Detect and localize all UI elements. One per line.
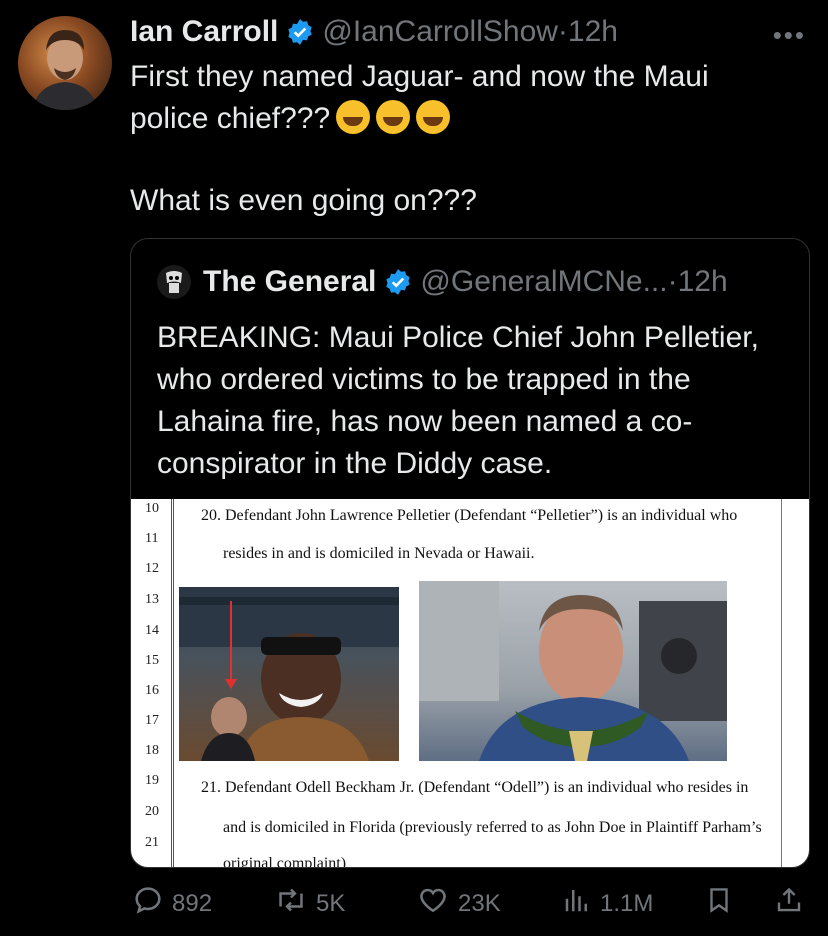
views-button[interactable]: 1.1M <box>562 884 653 923</box>
tweet-line-2: police chief??? <box>130 98 790 140</box>
quoted-author-handle[interactable]: @GeneralMCNe... <box>420 265 667 299</box>
timestamp[interactable]: 12h <box>568 15 618 49</box>
line-number: 13 <box>145 592 159 607</box>
document-margin-line <box>781 499 782 867</box>
document-paragraph-20-line-2: resides in and is domiciled in Nevada or… <box>223 545 535 562</box>
quoted-tweet-text: BREAKING: Maui Police Chief John Pelleti… <box>157 321 759 480</box>
share-icon <box>774 884 812 923</box>
like-count: 23K <box>458 889 501 917</box>
bookmark-icon <box>704 884 742 923</box>
line-number: 12 <box>145 561 159 576</box>
reply-icon <box>132 884 172 923</box>
line-number: 17 <box>145 713 159 728</box>
line-number: 11 <box>145 531 159 546</box>
line-number: 16 <box>145 683 159 698</box>
document-paragraph-21-line-3: original complaint) <box>223 855 347 868</box>
bookmark-button[interactable] <box>704 884 742 923</box>
views-chart-icon <box>562 884 600 923</box>
tweet-line-3: What is even going on??? <box>130 184 477 217</box>
reply-button[interactable]: 892 <box>132 884 212 923</box>
quoted-tweet-header: The General @GeneralMCNe... · 12h <box>157 265 728 299</box>
document-paragraph-20-line-1: 20. Defendant John Lawrence Pelletier (D… <box>201 507 738 524</box>
tweet-actions-bar: 892 5K 23K 1.1M <box>0 884 828 924</box>
line-number: 20 <box>145 804 159 819</box>
more-options-icon[interactable]: ••• <box>773 20 806 51</box>
tweet-text: First they named Jaguar- and now the Mau… <box>130 56 790 222</box>
share-button[interactable] <box>774 884 812 923</box>
court-document-image[interactable]: 10 11 12 13 14 15 16 17 18 19 20 21 20. … <box>131 499 809 867</box>
author-avatar[interactable] <box>18 16 112 110</box>
verified-badge-icon <box>384 268 412 296</box>
repost-icon <box>274 884 316 923</box>
quoted-tweet[interactable]: The General @GeneralMCNe... · 12h BREAKI… <box>130 238 810 868</box>
tweet-header: Ian Carroll @IanCarrollShow · 12h <box>130 12 618 52</box>
repost-button[interactable]: 5K <box>274 884 345 923</box>
author-handle[interactable]: @IanCarrollShow <box>322 15 558 49</box>
line-number: 21 <box>145 835 159 850</box>
repost-count: 5K <box>316 889 346 917</box>
document-paragraph-21-line-2: and is domiciled in Florida (previously … <box>223 819 762 836</box>
laughing-emoji-icon <box>376 100 411 134</box>
reply-count: 892 <box>172 889 213 917</box>
laughing-emoji-icon <box>336 100 371 134</box>
views-count: 1.1M <box>600 889 654 917</box>
tweet-line-1: First they named Jaguar- and now the Mau… <box>130 60 709 93</box>
document-margin-line <box>173 499 174 867</box>
line-number: 15 <box>145 653 159 668</box>
laughing-emoji-icon <box>416 100 451 134</box>
diddy-photo <box>179 587 399 761</box>
line-number: 18 <box>145 743 159 758</box>
author-name[interactable]: Ian Carroll <box>130 15 278 49</box>
pelletier-photo <box>419 581 727 761</box>
separator-dot: · <box>667 265 678 298</box>
line-number: 14 <box>145 623 159 638</box>
verified-badge-icon <box>286 18 314 46</box>
document-paragraph-21-line-1: 21. Defendant Odell Beckham Jr. (Defenda… <box>201 779 749 796</box>
line-number: 19 <box>145 773 159 788</box>
like-button[interactable]: 23K <box>416 884 501 923</box>
quoted-author-name[interactable]: The General <box>203 265 376 299</box>
quoted-timestamp[interactable]: 12h <box>678 265 728 299</box>
separator-dot: · <box>557 15 568 48</box>
line-number: 10 <box>145 501 159 516</box>
quoted-author-avatar[interactable] <box>157 265 191 299</box>
heart-icon <box>416 884 458 923</box>
